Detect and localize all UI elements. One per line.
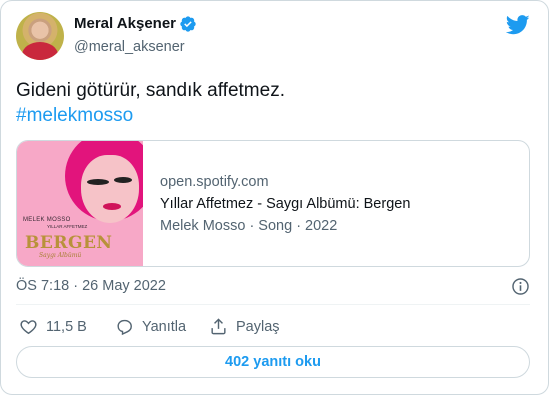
- tweet-text: Gideni götürür, sandık affetmez.: [16, 80, 285, 101]
- reply-button[interactable]: Yanıtla: [115, 317, 186, 336]
- share-button[interactable]: Paylaş: [209, 317, 280, 336]
- info-icon[interactable]: [511, 277, 530, 296]
- share-icon: [211, 318, 226, 335]
- tweet-card: Meral Akşener @meral_aksener Gideni götü…: [0, 0, 549, 395]
- heart-icon: [20, 320, 37, 335]
- author-handle[interactable]: @meral_aksener: [74, 39, 185, 55]
- read-replies-button[interactable]: 402 yanıtı oku: [16, 346, 530, 378]
- verified-badge-icon: [180, 16, 196, 32]
- reply-label: Yanıtla: [142, 318, 187, 335]
- cover-script-text: Saygı Albümü: [39, 252, 82, 259]
- hashtag-link[interactable]: #melekmosso: [16, 104, 133, 128]
- link-card-description: Melek Mosso · Song · 2022: [160, 218, 338, 234]
- author-name[interactable]: Meral Akşener: [74, 15, 176, 32]
- cover-artist-text: MELEK MOSSO: [23, 217, 71, 223]
- like-button[interactable]: 11,5 B: [19, 317, 87, 336]
- link-card-title: Yıllar Affetmez - Saygı Albümü: Bergen: [160, 196, 411, 212]
- like-count: 11,5 B: [46, 318, 87, 335]
- twitter-bird-icon[interactable]: [506, 15, 530, 35]
- album-cover-image: MELEK MOSSO YILLAR AFFETMEZ BERGEN Saygı…: [17, 141, 143, 266]
- spotify-link-card[interactable]: MELEK MOSSO YILLAR AFFETMEZ BERGEN Saygı…: [16, 140, 530, 267]
- avatar[interactable]: [16, 12, 64, 60]
- share-label: Paylaş: [236, 318, 280, 335]
- link-card-domain: open.spotify.com: [160, 174, 269, 190]
- tweet-timestamp[interactable]: ÖS 7:18 · 26 May 2022: [16, 278, 166, 294]
- reply-bubble-icon: [117, 319, 132, 336]
- cover-album-title: BERGEN: [25, 233, 113, 253]
- divider: [16, 304, 530, 305]
- link-card-meta: open.spotify.com Yıllar Affetmez - Saygı…: [160, 173, 410, 236]
- cover-subtitle-text: YILLAR AFFETMEZ: [47, 224, 88, 229]
